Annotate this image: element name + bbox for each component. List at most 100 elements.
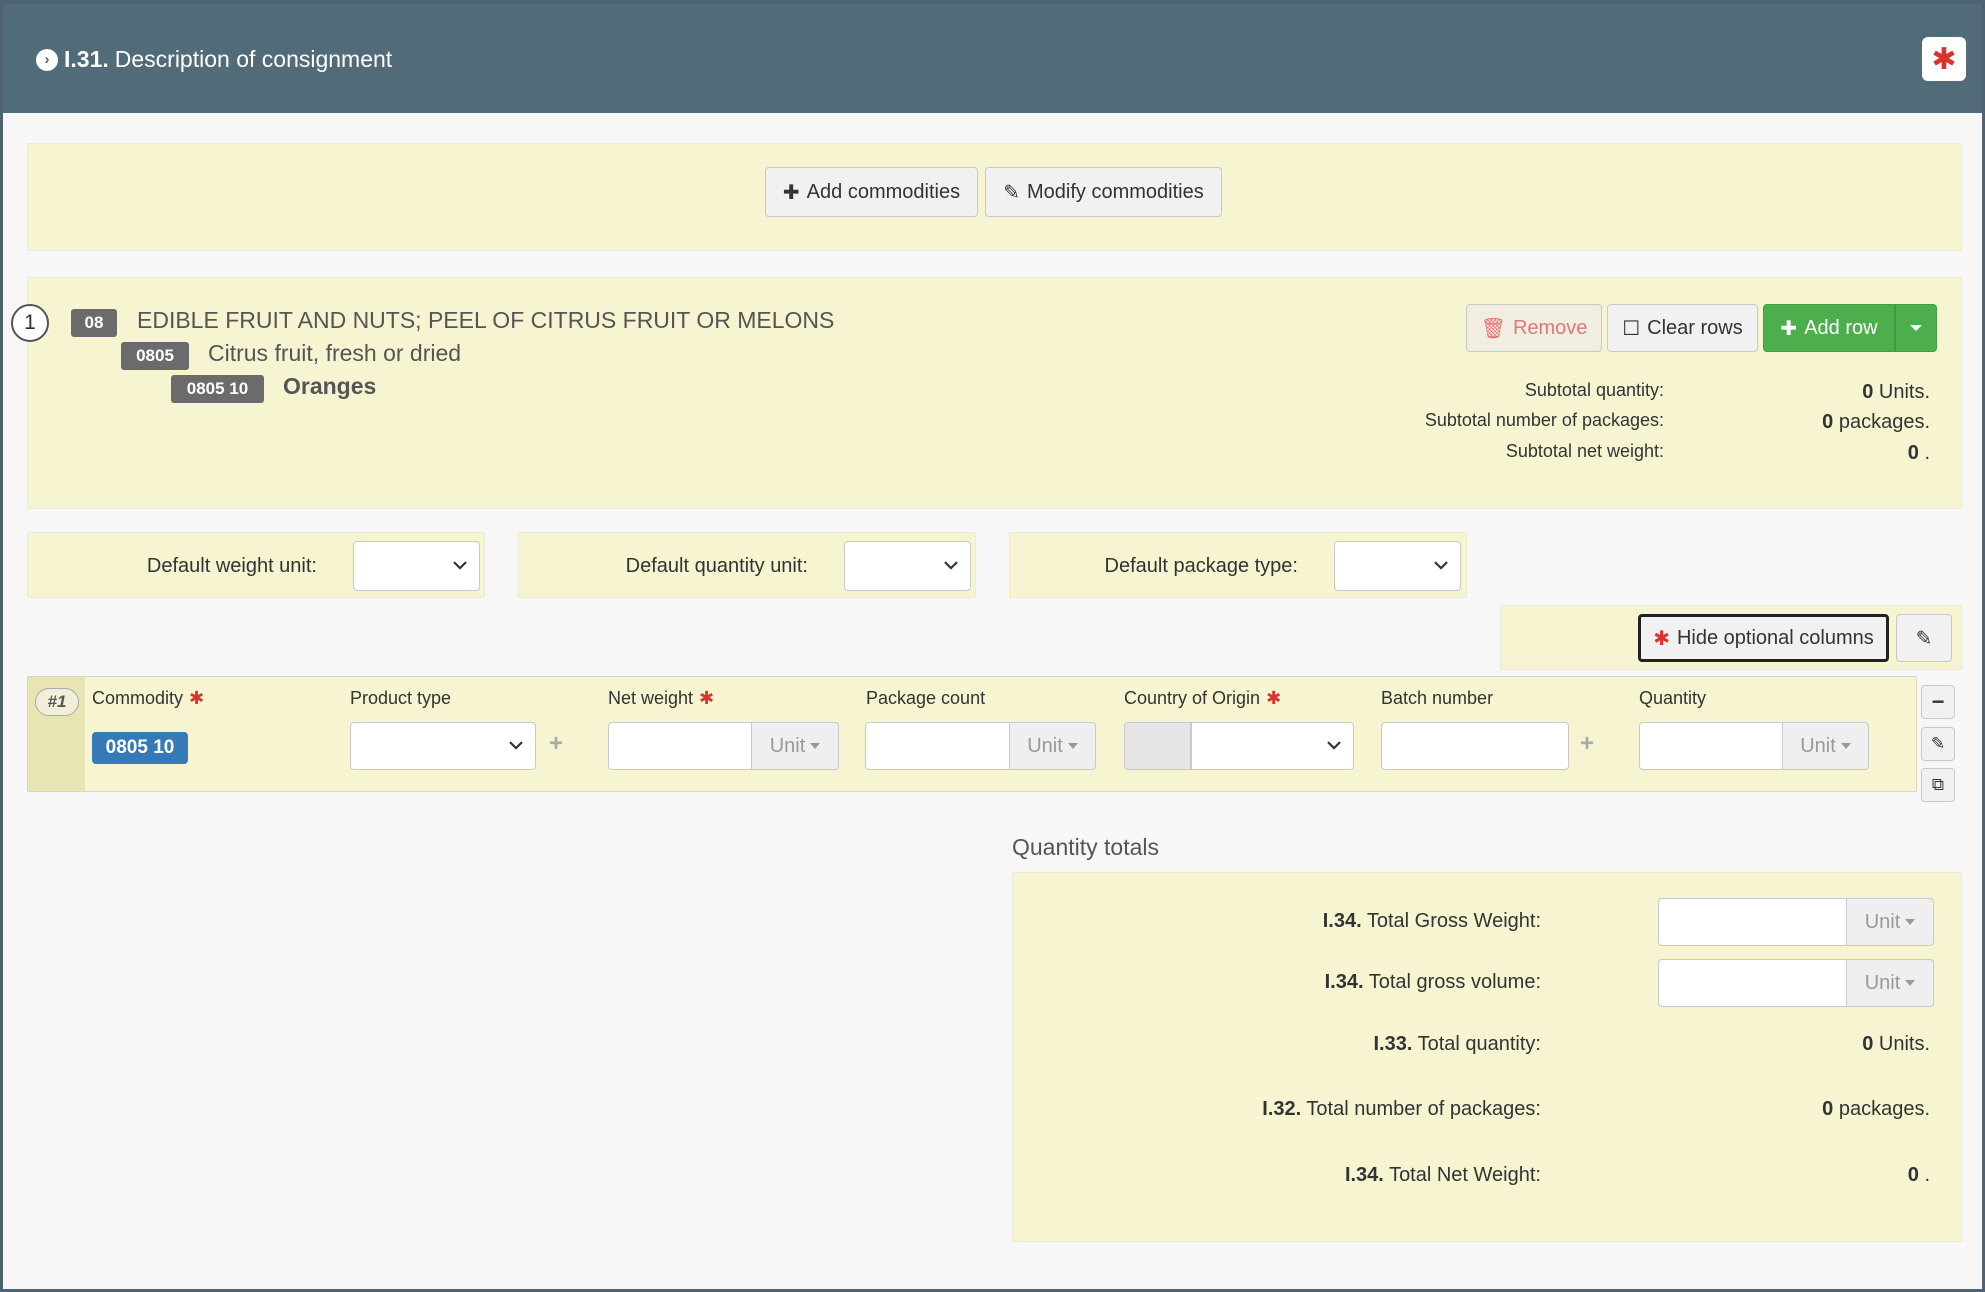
add-row-dropdown-toggle[interactable]	[1895, 304, 1937, 352]
caret-down-icon	[810, 743, 821, 749]
col-header-commodity: Commodity ✱	[92, 688, 205, 708]
required-asterisk-button[interactable]: ✱	[1922, 37, 1966, 81]
add-product-type-button[interactable]: +	[542, 730, 570, 758]
add-commodities-label: Add commodities	[806, 180, 961, 203]
col-header-package-count: Package count	[866, 688, 986, 708]
hide-optional-columns-label: Hide optional columns	[1676, 626, 1874, 649]
default-quantity-unit-label: Default quantity unit:	[625, 555, 808, 577]
default-weight-unit-label: Default weight unit:	[146, 555, 317, 577]
square-icon: ☐	[1622, 317, 1641, 340]
total-packages-value: 0 packages.	[1822, 1098, 1930, 1120]
quantity-input[interactable]	[1639, 722, 1783, 770]
chevron-down-icon	[1434, 561, 1448, 570]
col-header-batch-number: Batch number	[1381, 688, 1494, 708]
section-header[interactable]: › I.31. Description of consignment ✱	[3, 4, 1982, 113]
total-gross-volume-unit-dropdown[interactable]: Unit	[1847, 959, 1934, 1007]
add-row-button[interactable]: ✚ Add row	[1763, 304, 1895, 352]
default-package-type-select[interactable]	[1334, 541, 1461, 591]
col-header-country-of-origin: Country of Origin ✱	[1124, 688, 1282, 708]
pencil-icon: ✎	[1003, 181, 1021, 204]
edit-columns-button[interactable]: ✎	[1896, 614, 1952, 662]
package-count-unit-dropdown[interactable]: Unit	[1010, 722, 1096, 770]
clear-rows-label: Clear rows	[1647, 316, 1743, 339]
chevron-down-icon	[944, 561, 958, 570]
row-index-badge: #1	[35, 688, 79, 716]
total-net-weight-label: I.34. Total Net Weight:	[1344, 1164, 1541, 1186]
col-header-quantity: Quantity	[1639, 688, 1707, 708]
subheading-name: Oranges	[283, 373, 377, 399]
plus-icon: ✚	[1780, 317, 1798, 340]
caret-down-icon	[1905, 980, 1916, 986]
chevron-right-circle-icon: ›	[36, 48, 58, 71]
default-package-type-label: Default package type:	[1104, 555, 1298, 577]
country-of-origin-select[interactable]	[1191, 722, 1354, 770]
chapter-code-badge: 08	[71, 309, 117, 337]
copy-row-button[interactable]: ⧉	[1921, 768, 1955, 802]
consignment-panel: › I.31. Description of consignment ✱ ✚ A…	[0, 0, 1985, 1292]
product-type-select[interactable]	[350, 722, 536, 770]
heading-code-badge: 0805	[121, 342, 189, 370]
batch-number-input[interactable]	[1381, 722, 1569, 770]
total-quantity-label: I.33. Total quantity:	[1373, 1033, 1541, 1055]
trash-icon: 🗑	[1480, 317, 1506, 340]
hide-optional-columns-button[interactable]: ✱ Hide optional columns	[1638, 614, 1889, 662]
remove-label: Remove	[1512, 316, 1588, 339]
quantity-totals-heading: Quantity totals	[1012, 834, 1160, 860]
total-gross-weight-unit-dropdown[interactable]: Unit	[1847, 898, 1934, 946]
default-weight-unit-select[interactable]	[353, 541, 480, 591]
minus-icon: −	[1931, 689, 1945, 714]
chevron-down-icon	[509, 741, 523, 750]
remove-button[interactable]: 🗑 Remove	[1466, 304, 1602, 352]
section-title-text: Description of consignment	[114, 46, 393, 72]
heading-name: Citrus fruit, fresh or dried	[208, 340, 462, 366]
caret-down-icon	[1067, 743, 1078, 749]
modify-commodities-button[interactable]: ✎ Modify commodities	[985, 167, 1222, 217]
section-number: I.31.	[64, 46, 109, 72]
add-commodities-button[interactable]: ✚ Add commodities	[765, 167, 978, 217]
caret-down-icon	[1905, 919, 1916, 925]
required-asterisk-icon: ✱	[699, 688, 715, 708]
edit-row-button[interactable]: ✎	[1921, 727, 1955, 761]
chevron-down-icon	[453, 561, 467, 570]
col-header-net-weight: Net weight ✱	[608, 688, 715, 708]
clear-rows-button[interactable]: ☐ Clear rows	[1607, 304, 1758, 352]
default-quantity-unit-select[interactable]	[844, 541, 971, 591]
edit-square-icon: ✎	[1915, 627, 1933, 650]
caret-down-icon	[1910, 325, 1922, 331]
subtotal-packages-value: 0 packages.	[1822, 411, 1930, 433]
commodity-code-label[interactable]: 0805 10	[92, 732, 188, 764]
package-count-input[interactable]	[865, 722, 1010, 770]
subtotal-quantity-value: 0 Units.	[1862, 381, 1930, 403]
required-asterisk-icon: ✱	[189, 688, 205, 708]
total-quantity-value: 0 Units.	[1862, 1033, 1930, 1055]
section-title[interactable]: › I.31. Description of consignment	[36, 46, 392, 73]
chevron-down-icon	[1327, 741, 1341, 750]
chapter-name: EDIBLE FRUIT AND NUTS; PEEL OF CITRUS FR…	[137, 307, 835, 333]
subtotal-net-weight-value: 0 .	[1907, 442, 1930, 464]
net-weight-unit-dropdown[interactable]: Unit	[752, 722, 839, 770]
caret-down-icon	[1840, 743, 1851, 749]
country-flag-placeholder	[1124, 722, 1191, 770]
total-gross-weight-label: I.34. Total Gross Weight:	[1322, 910, 1541, 932]
total-gross-volume-label: I.34. Total gross volume:	[1324, 971, 1541, 993]
total-gross-volume-input[interactable]	[1658, 959, 1847, 1007]
net-weight-input[interactable]	[608, 722, 752, 770]
quantity-unit-dropdown[interactable]: Unit	[1783, 722, 1869, 770]
required-asterisk-icon: ✱	[1266, 688, 1282, 708]
subtotal-packages-label: Subtotal number of packages:	[1424, 410, 1664, 430]
total-gross-weight-input[interactable]	[1658, 898, 1847, 946]
add-row-label: Add row	[1804, 316, 1878, 339]
asterisk-icon: ✱	[1653, 627, 1670, 650]
pencil-icon: ✎	[1930, 734, 1946, 753]
collapse-row-button[interactable]: −	[1921, 685, 1955, 719]
total-packages-label: I.32. Total number of packages:	[1262, 1098, 1541, 1120]
subtotal-net-weight-label: Subtotal net weight:	[1505, 441, 1664, 461]
subheading-code-badge: 0805 10	[171, 375, 264, 403]
total-net-weight-value: 0 .	[1907, 1164, 1930, 1186]
modify-commodities-label: Modify commodities	[1027, 180, 1204, 203]
group-index-badge: 1	[11, 304, 49, 342]
col-header-product-type: Product type	[350, 688, 452, 708]
copy-icon: ⧉	[1931, 775, 1945, 794]
plus-icon: ✚	[782, 181, 800, 204]
add-batch-number-button[interactable]: +	[1573, 730, 1601, 758]
